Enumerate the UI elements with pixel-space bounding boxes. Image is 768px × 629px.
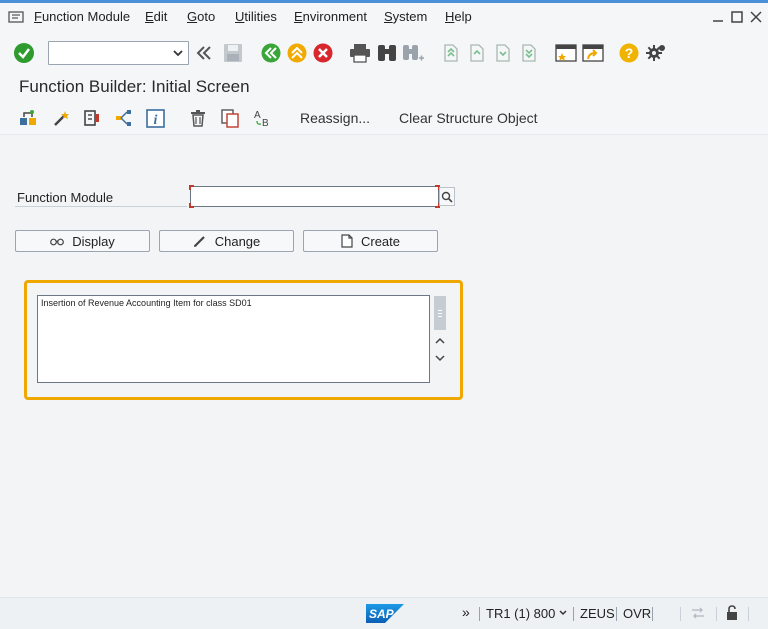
display-button[interactable]: Display bbox=[15, 230, 150, 252]
shortcut-icon[interactable] bbox=[582, 43, 604, 63]
server-name: ZEUS bbox=[580, 606, 615, 621]
change-button[interactable]: Change bbox=[159, 230, 294, 252]
short-text-highlight-frame: Insertion of Revenue Accounting Item for… bbox=[24, 280, 463, 400]
info-icon[interactable]: i bbox=[146, 109, 165, 128]
system-toolbar: ? bbox=[0, 36, 768, 70]
maximize-icon[interactable] bbox=[731, 11, 743, 23]
menu-environment[interactable]: Environment bbox=[294, 9, 367, 24]
menu-icon[interactable] bbox=[8, 10, 24, 23]
minimize-icon[interactable] bbox=[712, 11, 724, 23]
required-marker-tl bbox=[189, 185, 194, 190]
print-icon[interactable] bbox=[349, 43, 371, 63]
status-separator bbox=[716, 607, 717, 621]
first-page-icon[interactable] bbox=[441, 43, 461, 63]
status-separator bbox=[616, 607, 617, 621]
pencil-icon bbox=[193, 236, 205, 247]
status-separator bbox=[748, 607, 749, 621]
next-page-icon[interactable] bbox=[493, 43, 513, 63]
save-icon[interactable] bbox=[222, 42, 244, 64]
status-bar: SAP » TR1 (1) 800 ZEUS OVR bbox=[0, 597, 768, 629]
help-icon[interactable]: ? bbox=[619, 43, 639, 63]
where-used-icon[interactable] bbox=[115, 109, 133, 127]
search-icon bbox=[441, 191, 453, 203]
glasses-icon bbox=[50, 238, 65, 246]
close-icon[interactable] bbox=[750, 11, 762, 23]
function-module-input[interactable] bbox=[191, 187, 438, 206]
menu-utilities[interactable]: Utilities bbox=[235, 9, 277, 24]
lock-icon[interactable] bbox=[725, 605, 739, 621]
svg-text:?: ? bbox=[625, 45, 634, 61]
menu-edit[interactable]: Edit bbox=[145, 9, 167, 24]
expand-status-icon[interactable]: » bbox=[462, 604, 470, 620]
function-module-label-underline bbox=[15, 206, 187, 207]
menu-bar: Function Module Edit Goto Utilities Envi… bbox=[0, 3, 768, 30]
delete-icon[interactable] bbox=[189, 109, 207, 127]
command-input[interactable] bbox=[49, 42, 167, 64]
sap-logo-text: SAP bbox=[369, 607, 395, 621]
test-icon[interactable] bbox=[83, 109, 101, 127]
insert-mode[interactable]: OVR bbox=[623, 606, 651, 621]
svg-text:A: A bbox=[254, 110, 261, 121]
session-info[interactable]: TR1 (1) 800 bbox=[486, 606, 555, 621]
sap-logo: SAP bbox=[366, 604, 404, 623]
status-separator bbox=[573, 607, 574, 621]
create-button-label: Create bbox=[360, 233, 401, 249]
new-document-icon bbox=[341, 234, 353, 248]
copy-icon[interactable] bbox=[220, 109, 240, 128]
menu-system[interactable]: System bbox=[384, 9, 427, 24]
session-dropdown-icon[interactable] bbox=[558, 608, 568, 618]
previous-page-icon[interactable] bbox=[467, 43, 487, 63]
display-button-label: Display bbox=[72, 233, 115, 249]
command-field[interactable] bbox=[48, 41, 189, 65]
main-content: Function Module Display Change Create In… bbox=[0, 135, 768, 597]
status-separator bbox=[680, 607, 681, 621]
value-help-button[interactable] bbox=[439, 187, 455, 206]
menu-help[interactable]: Help bbox=[445, 9, 472, 24]
find-next-icon[interactable] bbox=[401, 43, 425, 63]
page-title: Function Builder: Initial Screen bbox=[19, 77, 250, 96]
settings-icon[interactable] bbox=[645, 42, 667, 64]
status-separator bbox=[479, 607, 480, 621]
svg-text:i: i bbox=[154, 113, 158, 128]
create-button[interactable]: Create bbox=[303, 230, 438, 252]
scroll-up-icon[interactable] bbox=[434, 335, 446, 347]
exit-icon[interactable] bbox=[287, 43, 307, 63]
enter-icon[interactable] bbox=[13, 42, 35, 64]
transfer-icon[interactable] bbox=[690, 606, 706, 620]
magic-wand-icon[interactable] bbox=[52, 109, 70, 127]
clear-structure-object-button[interactable]: Clear Structure Object bbox=[399, 110, 538, 126]
collapse-left-icon[interactable] bbox=[196, 44, 212, 62]
back-icon[interactable] bbox=[261, 43, 281, 63]
application-toolbar: i AB Reassign... Clear Structure Object bbox=[0, 102, 768, 135]
reassign-button[interactable]: Reassign... bbox=[300, 110, 370, 126]
other-object-icon[interactable] bbox=[18, 109, 38, 127]
find-icon[interactable] bbox=[376, 43, 398, 63]
change-button-label: Change bbox=[214, 233, 261, 249]
required-marker-bl bbox=[189, 203, 194, 208]
menu-function-module[interactable]: Function Module bbox=[34, 9, 130, 24]
function-module-label: Function Module bbox=[17, 190, 114, 205]
create-session-icon[interactable] bbox=[555, 43, 577, 63]
svg-text:B: B bbox=[262, 118, 269, 128]
last-page-icon[interactable] bbox=[519, 43, 539, 63]
cancel-icon[interactable] bbox=[313, 43, 333, 63]
scrollbar-thumb[interactable] bbox=[434, 296, 446, 330]
scroll-down-icon[interactable] bbox=[434, 352, 446, 364]
short-text-area[interactable]: Insertion of Revenue Accounting Item for… bbox=[37, 295, 430, 383]
status-separator bbox=[652, 607, 653, 621]
function-module-field[interactable] bbox=[189, 185, 440, 208]
menu-goto[interactable]: Goto bbox=[187, 9, 215, 24]
command-dropdown-icon[interactable] bbox=[171, 46, 185, 60]
rename-icon[interactable]: AB bbox=[252, 109, 272, 128]
